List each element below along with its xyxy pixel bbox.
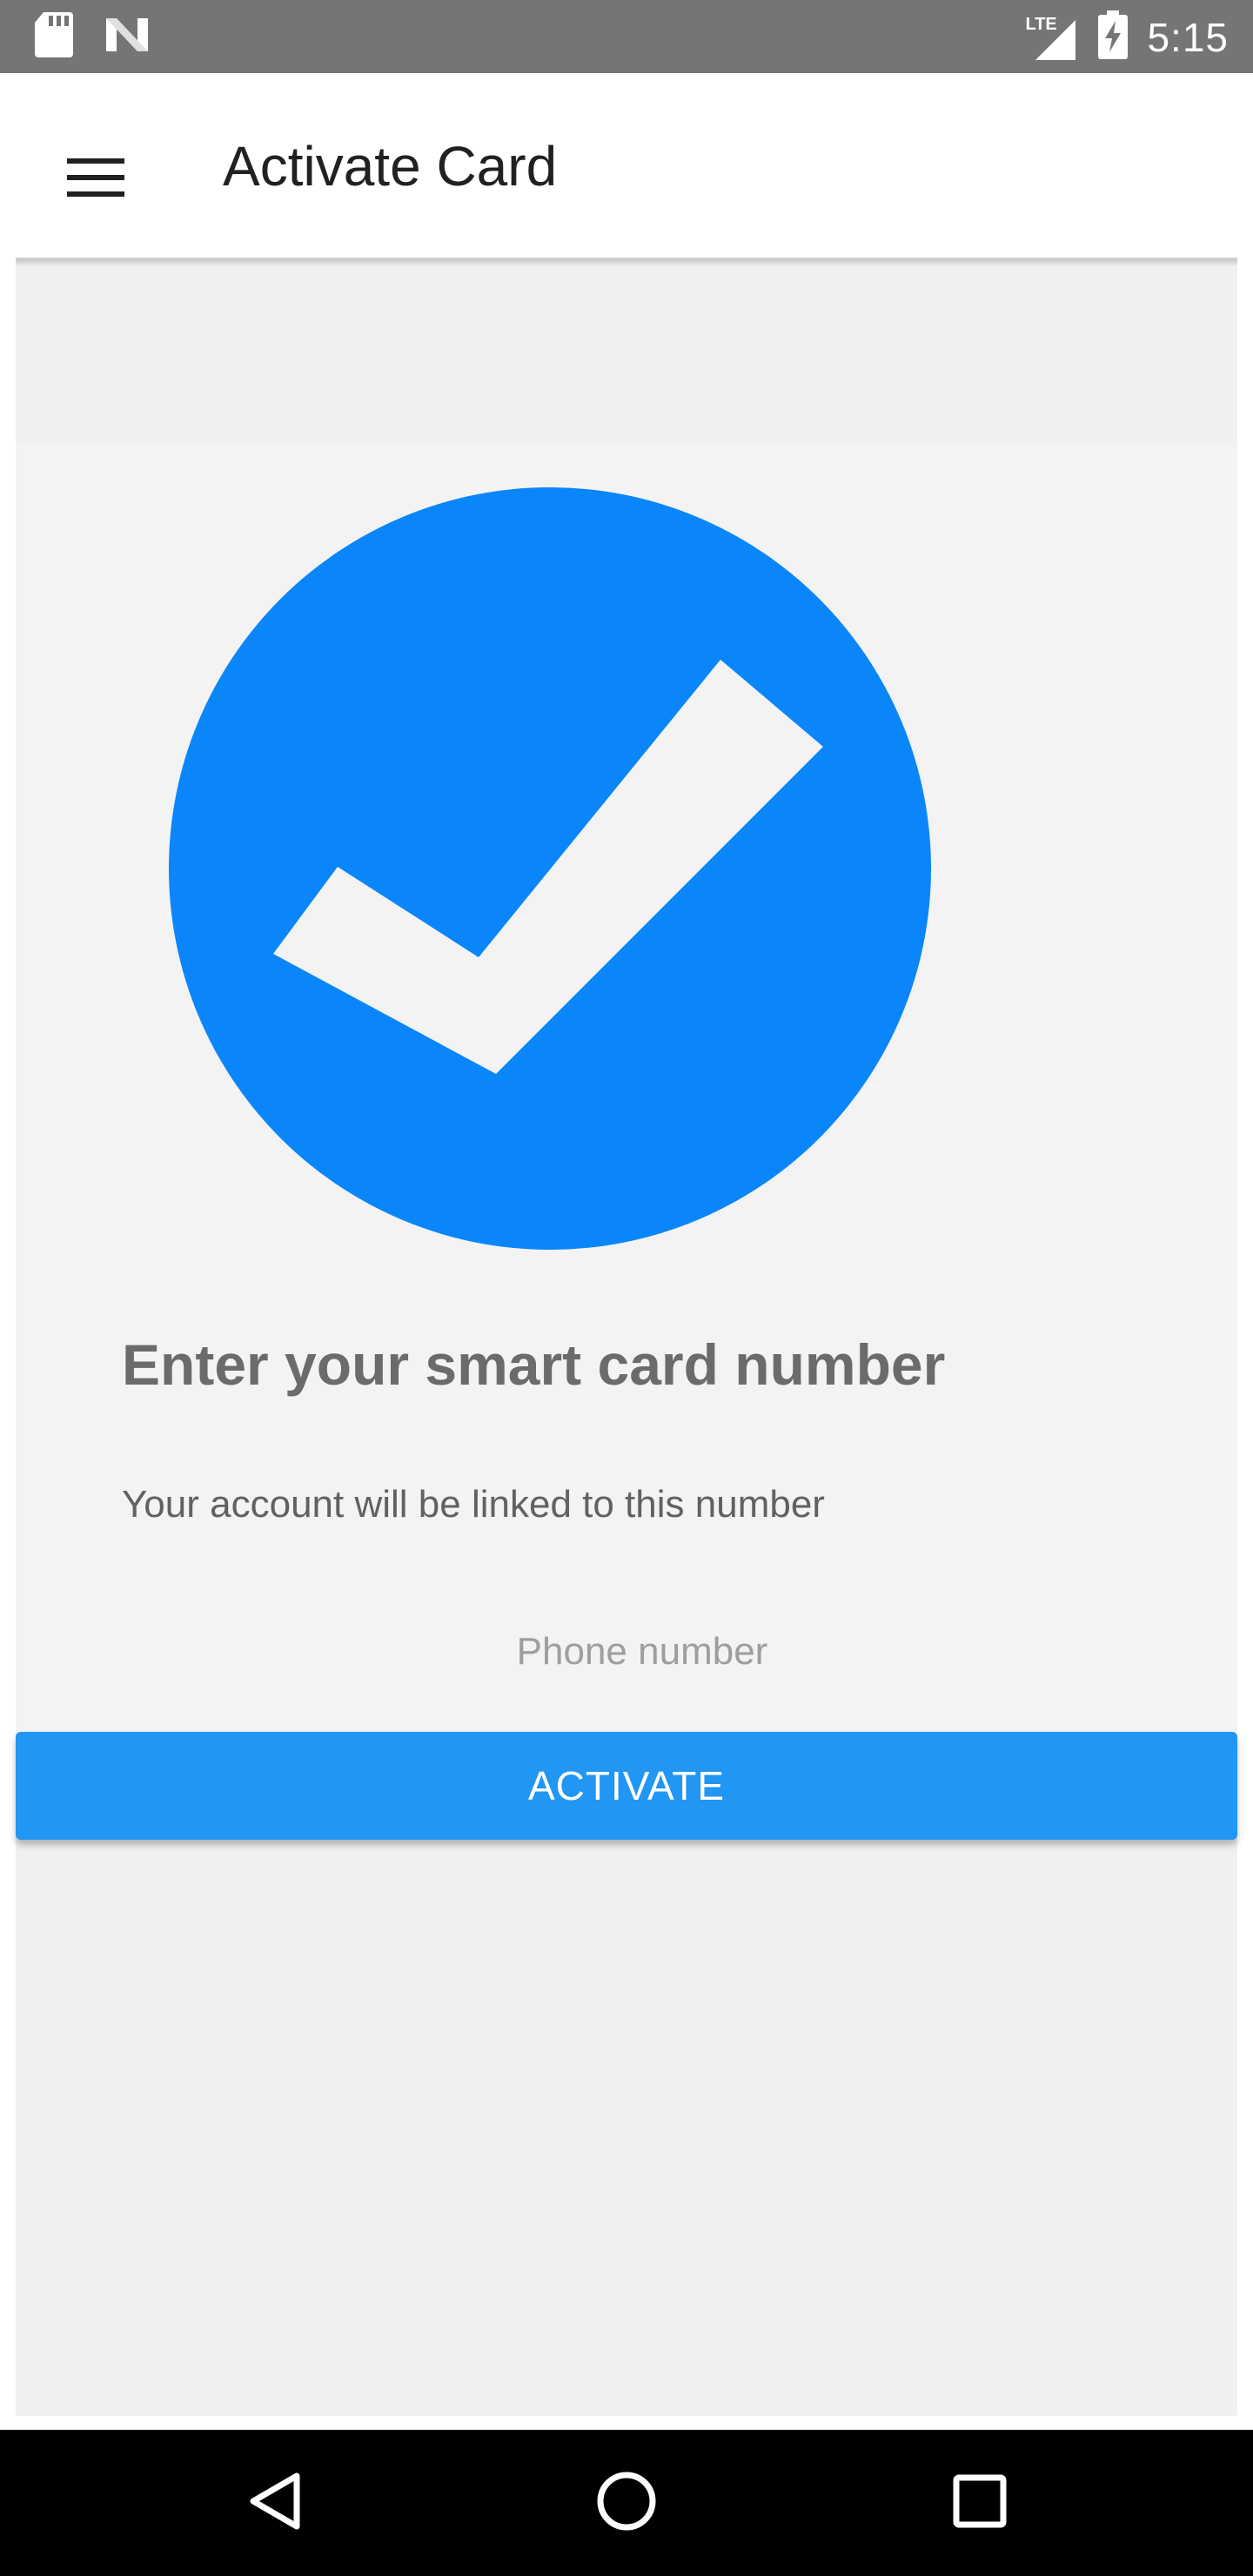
recents-icon	[953, 2474, 1007, 2532]
activate-button-label: ACTIVATE	[527, 1763, 726, 1808]
status-right-icons: LTE 5:15	[1025, 10, 1229, 64]
checkmark-circle-icon	[167, 486, 933, 1251]
main-content: Enter your smart card number Your accoun…	[16, 259, 1237, 2416]
hamburger-menu-icon	[67, 158, 124, 201]
battery-charging-icon	[1098, 10, 1129, 64]
sd-card-icon	[35, 12, 73, 62]
n-logo-icon	[103, 15, 151, 59]
status-bar: LTE 5:15	[0, 0, 1253, 73]
lte-signal-icon: LTE	[1025, 13, 1079, 62]
app-bar: Activate Card	[0, 73, 1253, 259]
recents-button[interactable]	[928, 2451, 1032, 2555]
activate-button[interactable]: ACTIVATE	[16, 1732, 1237, 1840]
navigation-bar	[0, 2430, 1253, 2576]
app-bar-shadow	[16, 258, 1237, 266]
status-left-icons	[35, 12, 151, 62]
phone-number-input[interactable]	[122, 1608, 1163, 1695]
instruction-heading: Enter your smart card number	[122, 1332, 946, 1397]
home-button[interactable]	[574, 2451, 679, 2555]
page-title: Activate Card	[223, 135, 558, 198]
menu-button[interactable]	[44, 127, 148, 231]
back-button[interactable]	[223, 2451, 327, 2555]
activation-panel: Enter your smart card number Your accoun…	[16, 442, 1237, 1840]
instruction-subtext: Your account will be linked to this numb…	[122, 1483, 825, 1526]
home-icon	[596, 2471, 657, 2536]
status-time: 5:15	[1147, 14, 1229, 60]
back-icon	[246, 2471, 304, 2536]
